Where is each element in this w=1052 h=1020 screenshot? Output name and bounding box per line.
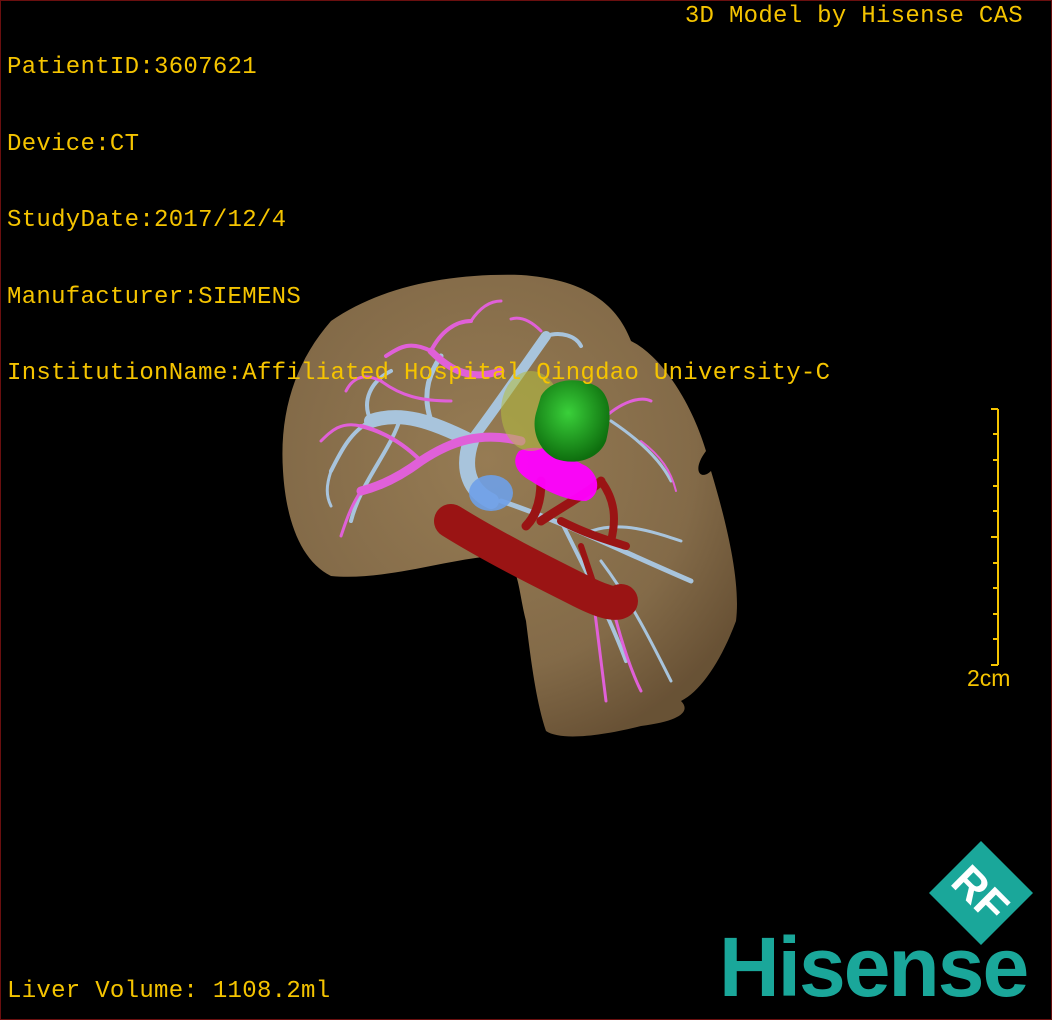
device: Device:CT <box>7 130 140 158</box>
liver-volume: Liver Volume: 1108.2ml <box>7 978 331 1005</box>
study-date: StudyDate:2017/12/4 <box>7 207 287 234</box>
model-credit: 3D Model by Hisense CAS <box>684 3 1023 30</box>
hisense-logo: Hisense <box>719 920 1029 1014</box>
scale-bar <box>991 408 999 666</box>
vessel-confluence <box>469 475 513 511</box>
manufacturer: Manufacturer:SIEMENS <box>7 283 302 311</box>
patient-id: PatientID:3607621 <box>7 54 257 81</box>
3d-viewport[interactable]: RF PatientID:3607621 Device:CT StudyDate… <box>0 0 1052 1020</box>
study-info: PatientID:3607621 Device:CT StudyDate:20… <box>7 4 830 438</box>
institution-name: InstitutionName:Affiliated Hospital Qing… <box>7 360 831 387</box>
scale-bar-label: 2cm <box>967 665 1011 691</box>
